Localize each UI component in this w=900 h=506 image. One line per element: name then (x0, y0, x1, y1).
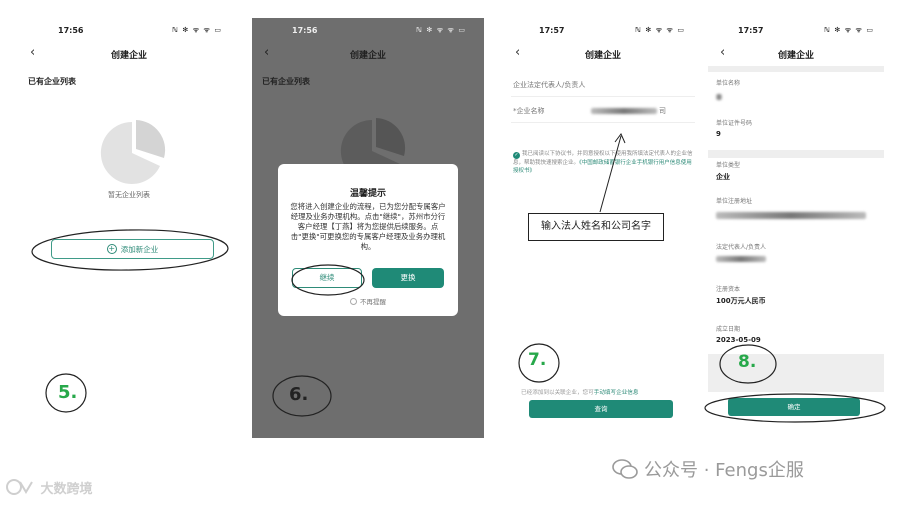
manual-entry-note: 已经添加到以关联企业，您可手动填写企业信息 (521, 388, 639, 396)
status-icons: ℕ ✻ ᯤ ᯤ ▭ (824, 26, 874, 34)
status-bar: 17:56 ℕ ✻ ᯤ ᯤ ▭ (252, 26, 484, 38)
row-label: 注册资本 (716, 286, 741, 293)
info-row-cert-number: 单位证件号码 9 (708, 116, 884, 150)
status-time: 17:56 (292, 26, 318, 35)
status-bar: 17:57 ℕ ✻ ᯤ ᯤ ▭ (708, 26, 884, 38)
step-8-label: 8. (738, 352, 757, 372)
watermark-left-text: 大数跨境 (40, 482, 93, 497)
row-label: 法定代表人/负责人 (716, 244, 767, 251)
company-name-suffix: 司 (658, 107, 666, 115)
dialog-body: 您将进入创建企业的流程，已为您分配专属客户经理及业务办理机构。点击"继续"，苏州… (290, 202, 446, 251)
row-value: 100万元人民币 (716, 297, 766, 305)
row-value: 2023-05-09 (716, 336, 761, 344)
info-row-company-name: 单位名称 (708, 72, 884, 116)
info-row-founded: 成立日期 2023-05-09 (708, 320, 884, 354)
manual-entry-link[interactable]: 手动填写企业信息 (594, 390, 639, 396)
status-icons: ℕ ✻ ᯤ ᯤ ▭ (416, 26, 466, 34)
company-name-label: *企业名称 (513, 107, 545, 115)
watermark-right: 公众号 · Fengs企服 (612, 456, 804, 482)
confirm-button[interactable]: 确定 (728, 398, 860, 416)
company-name-field[interactable]: *企业名称 司 (513, 106, 695, 116)
row-label: 单位注册地址 (716, 198, 753, 205)
page-title: 创建企业 (349, 51, 386, 61)
continue-button[interactable]: 继续 (292, 268, 362, 288)
screen-confirm-dialog: 17:56 ℕ ✻ ᯤ ᯤ ▭ ‹ 创建企业 已有企业列表 温馨提示 您将进入创… (252, 18, 484, 438)
query-button[interactable]: 查询 (529, 400, 673, 418)
nav-bar: ‹ 创建企业 (503, 44, 703, 64)
check-icon: ✓ (513, 152, 520, 159)
legal-rep-label: 企业法定代表人/负责人 (513, 81, 586, 89)
instruction-callout: 输入法人姓名和公司名字 (528, 213, 664, 241)
list-heading: 已有企业列表 (262, 77, 310, 86)
tip-dialog: 温馨提示 您将进入创建企业的流程，已为您分配专属客户经理及业务办理机构。点击"继… (278, 164, 458, 316)
info-row-unit-type: 单位类型 企业 (708, 158, 884, 194)
empty-list-text: 暂无企业列表 (108, 191, 150, 199)
redacted-value (590, 108, 657, 114)
redacted-value (716, 212, 866, 219)
screen-enterprise-info: 17:57 ℕ ✻ ᯤ ᯤ ▭ ‹ 创建企业 单位名称 单位证件号码 9 单位类… (708, 18, 884, 438)
legal-rep-field[interactable]: 企业法定代表人/负责人 (513, 80, 695, 90)
status-icons: ℕ ✻ ᯤ ᯤ ▭ (635, 26, 685, 34)
status-time: 17:57 (539, 26, 565, 35)
step-6-label: 6. (289, 384, 309, 405)
nav-bar: ‹ 创建企业 (252, 44, 484, 64)
row-value: 9 (716, 130, 721, 138)
status-icons: ℕ ✻ ᯤ ᯤ ▭ (172, 26, 222, 34)
plus-circle-icon: + (106, 244, 117, 254)
agreement-text[interactable]: ✓ 我已阅读以下协议书，并同意授权以下使用我所填法定代表人的企业信息，帮助我快速搜… (513, 150, 695, 175)
screen-enterprise-list: 17:56 ℕ ✻ ᯤ ᯤ ▭ ‹ 创建企业 已有企业列表 暂无企业列表 + 添… (18, 18, 240, 438)
row-label: 单位证件号码 (716, 120, 753, 127)
redacted-value (716, 94, 722, 100)
dialog-title: 温馨提示 (349, 189, 386, 199)
foot-note-text: 已经添加到以关联企业，您可 (521, 390, 594, 396)
no-remind-checkbox[interactable]: 不再提醒 (278, 296, 458, 306)
no-remind-label: 不再提醒 (360, 298, 386, 306)
step-5-label: 5. (58, 382, 78, 403)
page-title: 创建企业 (777, 51, 814, 61)
add-enterprise-label: 添加新企业 (120, 244, 159, 254)
list-heading: 已有企业列表 (28, 77, 76, 86)
page-title: 创建企业 (584, 51, 621, 61)
checkbox-icon (350, 298, 357, 305)
nav-bar: ‹ 创建企业 (708, 44, 884, 64)
brand-logo-icon (6, 479, 33, 495)
row-label: 单位类型 (716, 162, 741, 169)
add-enterprise-button[interactable]: + 添加新企业 (51, 239, 214, 259)
wechat-icon (612, 459, 638, 479)
nav-bar: ‹ 创建企业 (18, 44, 240, 64)
info-row-capital: 注册资本 100万元人民币 (708, 280, 884, 320)
change-button[interactable]: 更换 (372, 268, 444, 288)
row-label: 单位名称 (716, 80, 741, 87)
page-title: 创建企业 (110, 51, 147, 61)
info-row-legal-rep: 法定代表人/负责人 (708, 236, 884, 280)
row-value: 企业 (716, 173, 730, 181)
watermark-left: 大数跨境 (6, 478, 93, 497)
status-bar: 17:57 ℕ ✻ ᯤ ᯤ ▭ (503, 26, 703, 38)
status-time: 17:56 (58, 26, 84, 35)
status-bar: 17:56 ℕ ✻ ᯤ ᯤ ▭ (18, 26, 240, 38)
watermark-right-text: 公众号 · Fengs企服 (644, 460, 804, 481)
step-7-label: 7. (528, 350, 547, 370)
empty-pie-icon (100, 120, 166, 184)
info-row-address: 单位注册地址 (708, 194, 884, 236)
redacted-value (716, 256, 766, 262)
row-label: 成立日期 (716, 326, 741, 333)
status-time: 17:57 (738, 26, 764, 35)
